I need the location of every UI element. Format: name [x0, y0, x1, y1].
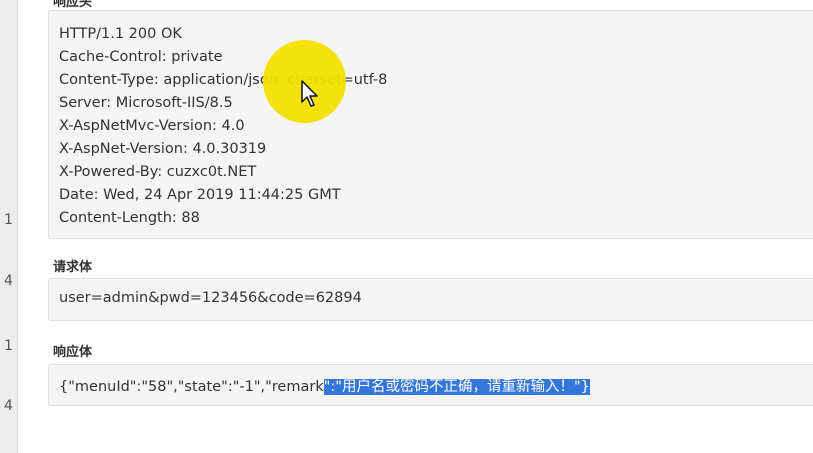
- row-number: 4: [4, 273, 13, 289]
- request-body-box[interactable]: user=admin&pwd=123456&code=62894: [48, 278, 813, 321]
- row-number: 4: [4, 398, 13, 414]
- response-body-text: {"menuId":"58","state":"-1","remark: [59, 379, 324, 395]
- header-line: Cache-Control: private: [59, 49, 223, 65]
- selected-text: ":"用户名或密码不正确，请重新输入！"}: [323, 379, 590, 395]
- header-line: X-AspNet-Version: 4.0.30319: [59, 141, 267, 157]
- response-body-label: 响应体: [53, 345, 93, 360]
- header-line: X-Powered-By: cuzxc0t.NET: [59, 164, 257, 180]
- response-body-box[interactable]: {"menuId":"58","state":"-1","remark":"用户…: [48, 364, 813, 406]
- header-line: Server: Microsoft-IIS/8.5: [59, 95, 233, 111]
- response-headers-box[interactable]: HTTP/1.1 200 OK Cache-Control: private C…: [48, 10, 813, 239]
- row-number: 1: [4, 338, 13, 354]
- header-line: Date: Wed, 24 Apr 2019 11:44:25 GMT: [59, 187, 341, 203]
- header-line: Content-Type: application/json; charset=…: [59, 72, 388, 88]
- request-detail-panel: 响应头 HTTP/1.1 200 OK Cache-Control: priva…: [40, 0, 813, 453]
- left-table-strip: 1 4 1 4: [0, 0, 18, 453]
- header-line: HTTP/1.1 200 OK: [59, 26, 182, 42]
- header-line: X-AspNetMvc-Version: 4.0: [59, 118, 245, 134]
- header-line: Content-Length: 88: [59, 210, 200, 226]
- row-number: 1: [4, 212, 13, 228]
- response-headers-label: 响应头: [53, 0, 93, 10]
- mouse-pointer-icon: [301, 80, 318, 107]
- request-body-label: 请求体: [53, 260, 93, 275]
